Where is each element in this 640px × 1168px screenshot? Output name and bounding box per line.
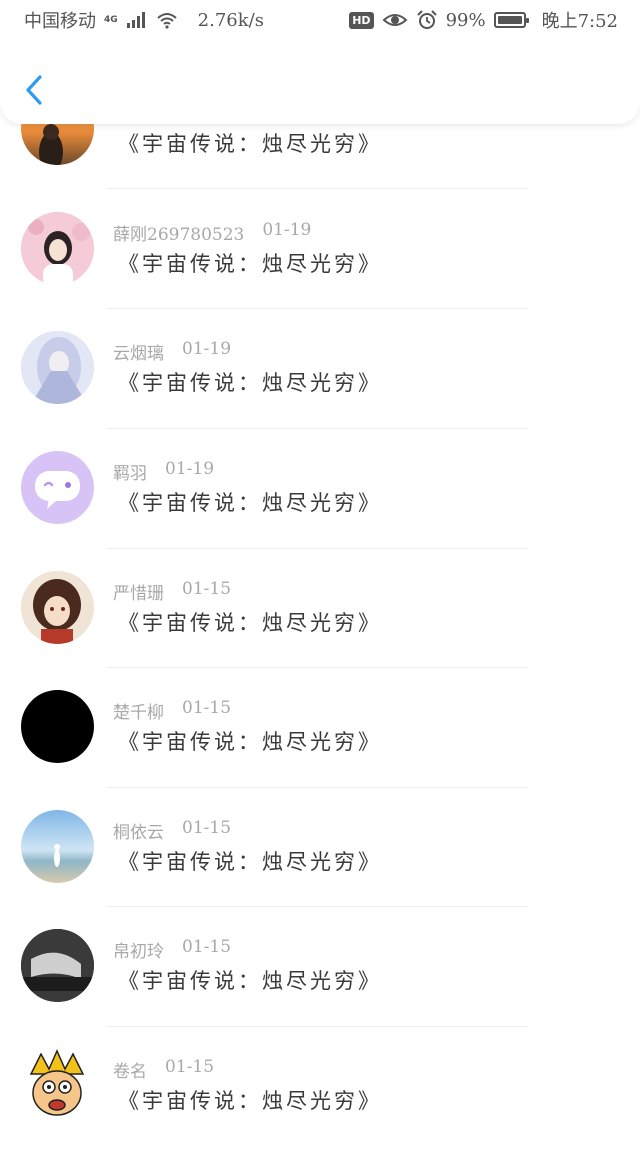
wifi-icon (156, 13, 177, 29)
message-date: 01-15 (165, 1057, 215, 1077)
list-item[interactable]: 楚千柳 01-15 《宇宙传说：烛尽光穷》 (0, 690, 640, 809)
hd-badge: HD (349, 11, 374, 29)
message-text: 《宇宙传说：烛尽光穷》 (118, 969, 382, 993)
message-date: 01-15 (182, 818, 232, 838)
avatar[interactable] (21, 929, 94, 1002)
message-text: 《宇宙传说：烛尽光穷》 (118, 491, 382, 515)
avatar[interactable] (21, 451, 94, 524)
divider (106, 667, 528, 668)
list-item[interactable]: 帛初玲 01-15 《宇宙传说：烛尽光穷》 (0, 929, 640, 1048)
avatar[interactable] (21, 571, 94, 644)
divider (106, 188, 528, 189)
divider (106, 308, 528, 309)
divider (106, 906, 528, 907)
sender-name: 卷名 (113, 1062, 147, 1082)
chat-bubble-icon (35, 471, 80, 509)
eye-icon (382, 14, 408, 26)
avatar[interactable] (21, 212, 94, 285)
message-text: 《宇宙传说：烛尽光穷》 (118, 132, 382, 156)
message-text: 《宇宙传说：烛尽光穷》 (118, 611, 382, 635)
avatar[interactable] (21, 331, 94, 404)
sender-name: 羁羽 (113, 464, 147, 484)
list-item[interactable]: 桐依云 01-15 《宇宙传说：烛尽光穷》 (0, 810, 640, 929)
clock: 晚上7:52 (541, 11, 618, 32)
status-bar: 中国移动 4G 2.76k/s HD 99% 晚上7:52 (0, 0, 640, 40)
battery-percent: 99% (445, 9, 486, 31)
list-item[interactable]: 卷名 01-15 《宇宙传说：烛尽光穷》 (0, 1049, 640, 1168)
message-text: 《宇宙传说：烛尽光穷》 (118, 850, 382, 874)
message-date: 01-19 (165, 459, 215, 479)
chevron-left-icon (26, 75, 42, 105)
message-date: 01-19 (262, 220, 312, 240)
sender-name: 帛初玲 (113, 942, 164, 962)
sender-name: 云烟璃 (113, 344, 164, 364)
list-item[interactable]: 薛刚269780523 01-19 《宇宙传说：烛尽光穷》 (0, 212, 640, 331)
back-button[interactable] (20, 70, 50, 110)
sender-name: 薛刚269780523 (113, 225, 245, 245)
avatar[interactable] (21, 810, 94, 883)
divider (106, 1026, 528, 1027)
divider (106, 428, 528, 429)
list-item[interactable]: 云烟璃 01-19 《宇宙传说：烛尽光穷》 (0, 331, 640, 450)
list-item[interactable]: 严惜珊 01-15 《宇宙传说：烛尽光穷》 (0, 571, 640, 690)
message-date: 01-15 (182, 579, 232, 599)
message-date: 01-19 (182, 339, 232, 359)
message-text: 《宇宙传说：烛尽光穷》 (118, 252, 382, 276)
list-item[interactable]: 羁羽 01-19 《宇宙传说：烛尽光穷》 (0, 451, 640, 570)
divider (106, 548, 528, 549)
sender-name: 楚千柳 (113, 703, 164, 723)
sender-name: 桐依云 (113, 823, 164, 843)
battery-icon (493, 12, 529, 28)
network-speed: 2.76k/s (197, 9, 264, 31)
message-date: 01-15 (182, 698, 232, 718)
message-text: 《宇宙传说：烛尽光穷》 (118, 730, 382, 754)
message-date: 01-15 (182, 937, 232, 957)
top-nav-bar (0, 40, 640, 124)
alarm-icon (416, 10, 437, 29)
divider (106, 787, 528, 788)
network-type: 4G (104, 14, 118, 25)
avatar[interactable] (21, 1049, 94, 1122)
message-text: 《宇宙传说：烛尽光穷》 (118, 1089, 382, 1113)
signal-icon (126, 12, 145, 28)
message-text: 《宇宙传说：烛尽光穷》 (118, 371, 382, 395)
sender-name: 严惜珊 (113, 584, 164, 604)
avatar[interactable] (21, 690, 94, 763)
carrier-name: 中国移动 (24, 11, 96, 32)
